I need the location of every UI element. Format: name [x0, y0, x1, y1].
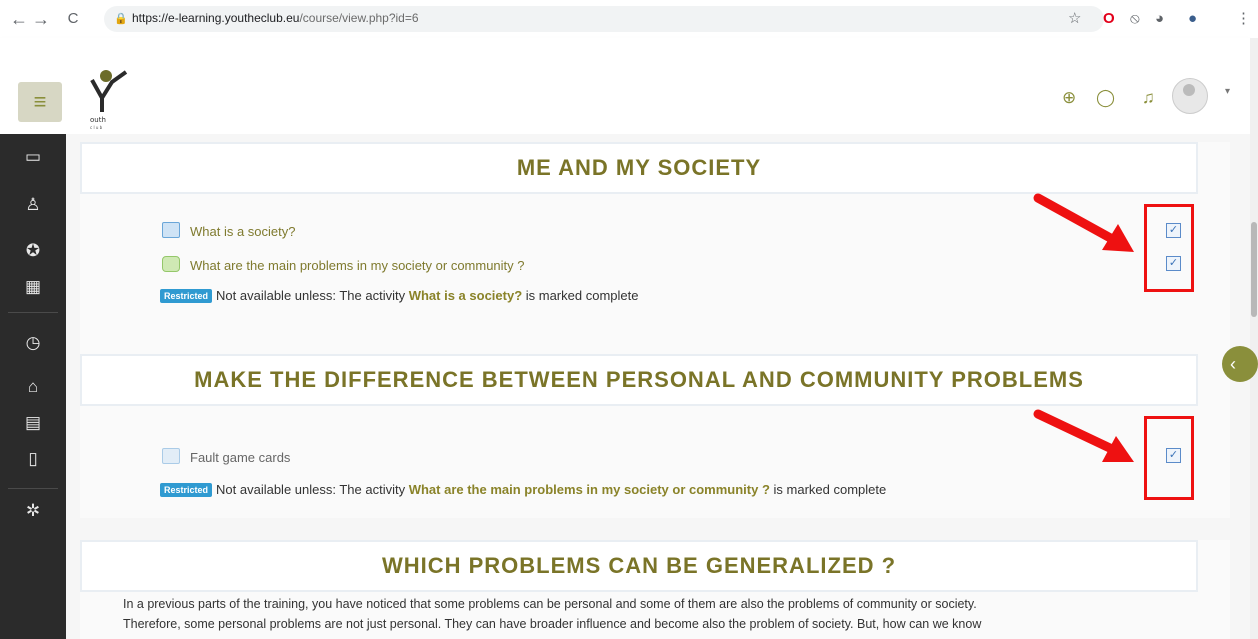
page-scrollbar-thumb[interactable]	[1251, 222, 1257, 317]
url-text: https://e-learning.youtheclub.eu/course/…	[132, 11, 419, 25]
badges-icon[interactable]: ✪	[22, 240, 44, 262]
activity-link[interactable]: What are the main problems in my society…	[162, 256, 525, 273]
restriction-prefix: Not available unless: The activity	[216, 288, 409, 303]
back-button[interactable]: ←	[8, 8, 30, 30]
course-section: WHICH PROBLEMS CAN BE GENERALIZED ? In a…	[80, 540, 1230, 639]
user-menu-caret-icon[interactable]: ▾	[1225, 86, 1230, 97]
restriction-notice: Restricted Not available unless: The acti…	[160, 482, 886, 497]
annotation-box	[1144, 416, 1194, 500]
activity-label: Fault game cards	[190, 450, 291, 465]
block-drawer-toggle[interactable]: ‹	[1222, 346, 1258, 382]
svg-text:c l u b: c l u b	[90, 125, 103, 130]
calendar-icon[interactable]: ▤	[22, 412, 44, 434]
grades-icon[interactable]: ▦	[22, 276, 44, 298]
annotation-arrow	[1033, 409, 1134, 462]
site-header: ≡ outh c l u b ⊕ ◯ ♫ ▾	[0, 38, 1250, 134]
url-path: /course/view.php?id=6	[299, 11, 419, 25]
activity-label: What is a society?	[190, 224, 296, 239]
settings-gear-icon[interactable]: ✲	[22, 500, 44, 522]
restriction-activity-link[interactable]: What is a society?	[409, 288, 522, 303]
restriction-notice: Restricted Not available unless: The acti…	[160, 288, 638, 303]
rail-divider	[8, 488, 58, 489]
bookmark-star-icon[interactable]: ☆	[1068, 9, 1081, 29]
participants-icon[interactable]: ♙	[22, 194, 44, 216]
user-avatar[interactable]	[1172, 78, 1208, 114]
annotation-box	[1144, 204, 1194, 292]
nav-drawer-rail: ▭ ♙ ✪ ▦ ◷ ⌂ ▤ ▯ ✲	[0, 134, 66, 639]
page-resource-icon	[162, 448, 180, 464]
section-title: MAKE THE DIFFERENCE BETWEEN PERSONAL AND…	[194, 367, 1084, 392]
restriction-suffix: is marked complete	[522, 288, 639, 303]
extension-icon[interactable]: ◕	[1155, 9, 1164, 29]
forum-icon	[162, 256, 180, 272]
url-host: https://e-learning.youtheclub.eu	[132, 11, 300, 25]
activity-link: Fault game cards	[162, 448, 290, 465]
reload-button[interactable]: C	[62, 8, 84, 30]
section-title: WHICH PROBLEMS CAN BE GENERALIZED ?	[381, 553, 897, 578]
restricted-badge: Restricted	[160, 483, 213, 497]
section-summary: In a previous parts of the training, you…	[123, 594, 1223, 634]
page-scrollbar-track[interactable]	[1250, 38, 1258, 639]
section-title: ME AND MY SOCIETY	[516, 155, 762, 180]
folder-icon[interactable]: ▭	[22, 146, 44, 168]
profile-extension-icon[interactable]: ●	[1188, 9, 1197, 29]
forward-button[interactable]: →	[30, 8, 52, 30]
lock-icon: 🔒	[114, 13, 128, 25]
activity-link[interactable]: What is a society?	[162, 222, 296, 239]
restriction-prefix: Not available unless: The activity	[216, 482, 409, 497]
restriction-suffix: is marked complete	[769, 482, 887, 497]
section-header: MAKE THE DIFFERENCE BETWEEN PERSONAL AND…	[80, 354, 1198, 406]
summary-line: Therefore, some personal problems are no…	[123, 617, 982, 631]
address-bar[interactable]: 🔒 https://e-learning.youtheclub.eu/cours…	[104, 6, 1104, 32]
opera-extension-icon[interactable]: O	[1103, 9, 1115, 29]
home-icon[interactable]: ⌂	[22, 376, 44, 398]
block-extension-icon[interactable]: ⦸	[1130, 9, 1140, 29]
svg-text:outh: outh	[90, 116, 106, 124]
summary-line: In a previous parts of the training, you…	[123, 597, 977, 611]
messages-icon[interactable]: ◯	[1096, 88, 1115, 108]
section-header: ME AND MY SOCIETY	[80, 142, 1198, 194]
dashboard-icon[interactable]: ◷	[22, 332, 44, 354]
annotation-arrow	[1033, 193, 1134, 252]
notifications-bell-icon[interactable]: ♫	[1142, 88, 1155, 108]
restriction-activity-link[interactable]: What are the main problems in my society…	[409, 482, 770, 497]
page-resource-icon	[162, 222, 180, 238]
browser-toolbar: ← → C 🔒 https://e-learning.youtheclub.eu…	[0, 0, 1258, 39]
language-globe-icon[interactable]: ⊕	[1062, 88, 1076, 108]
activity-label: What are the main problems in my society…	[190, 258, 525, 273]
rail-divider	[8, 312, 58, 313]
browser-menu-icon[interactable]: ⋮	[1236, 9, 1251, 29]
site-logo[interactable]: outh c l u b	[86, 68, 132, 132]
restricted-badge: Restricted	[160, 289, 213, 303]
section-header: WHICH PROBLEMS CAN BE GENERALIZED ?	[80, 540, 1198, 592]
private-files-icon[interactable]: ▯	[22, 448, 44, 470]
hamburger-menu-button[interactable]: ≡	[18, 82, 62, 122]
